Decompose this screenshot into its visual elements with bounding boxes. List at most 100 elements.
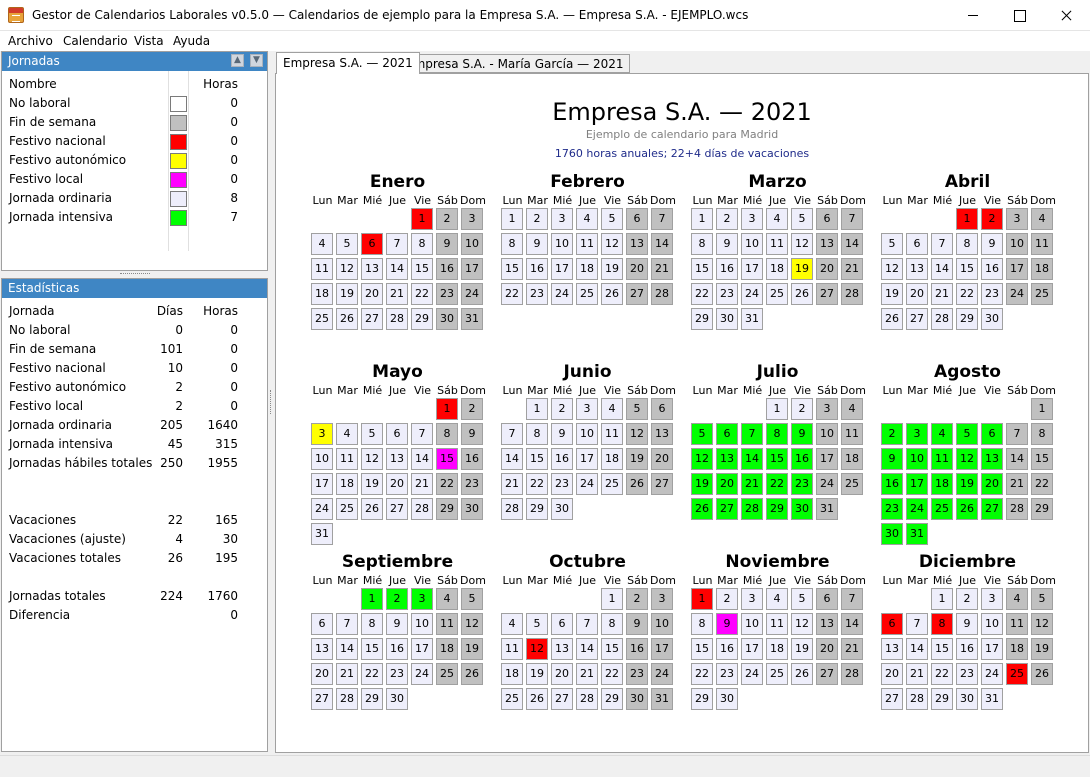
day-cell[interactable]: 4 (501, 613, 523, 635)
day-cell[interactable]: 6 (551, 613, 573, 635)
day-cell[interactable]: 7 (1006, 423, 1028, 445)
day-cell[interactable]: 11 (766, 613, 788, 635)
day-cell[interactable]: 19 (1031, 638, 1053, 660)
day-cell[interactable]: 11 (436, 613, 458, 635)
day-cell[interactable]: 27 (626, 283, 648, 305)
day-cell[interactable]: 25 (1006, 663, 1028, 685)
day-cell[interactable]: 21 (386, 283, 408, 305)
day-cell[interactable]: 2 (881, 423, 903, 445)
day-cell[interactable]: 25 (601, 473, 623, 495)
day-cell[interactable]: 24 (651, 663, 673, 685)
day-cell[interactable]: 9 (626, 613, 648, 635)
day-cell[interactable]: 14 (741, 448, 763, 470)
day-cell[interactable]: 29 (526, 498, 548, 520)
day-cell[interactable]: 6 (651, 398, 673, 420)
day-cell[interactable]: 2 (626, 588, 648, 610)
day-cell[interactable]: 27 (551, 688, 573, 710)
day-cell[interactable]: 6 (981, 423, 1003, 445)
day-cell[interactable]: 9 (716, 233, 738, 255)
day-cell[interactable]: 11 (1006, 613, 1028, 635)
day-cell[interactable]: 11 (841, 423, 863, 445)
day-cell[interactable]: 28 (931, 308, 953, 330)
day-cell[interactable]: 20 (981, 473, 1003, 495)
day-cell[interactable]: 8 (766, 423, 788, 445)
day-cell[interactable]: 17 (741, 258, 763, 280)
day-cell[interactable]: 1 (361, 588, 383, 610)
maximize-button[interactable] (996, 0, 1042, 30)
day-cell[interactable]: 5 (791, 208, 813, 230)
menu-calendario[interactable]: Calendario (63, 34, 128, 48)
day-cell[interactable]: 20 (386, 473, 408, 495)
day-cell[interactable]: 17 (651, 638, 673, 660)
day-cell[interactable]: 4 (601, 398, 623, 420)
day-cell[interactable]: 30 (716, 308, 738, 330)
day-cell[interactable]: 13 (816, 613, 838, 635)
day-cell[interactable]: 21 (336, 663, 358, 685)
day-cell[interactable]: 20 (361, 283, 383, 305)
day-cell[interactable]: 22 (691, 283, 713, 305)
jornada-row[interactable]: Festivo autonómico 0 (2, 151, 267, 170)
day-cell[interactable]: 17 (411, 638, 433, 660)
day-cell[interactable]: 14 (411, 448, 433, 470)
day-cell[interactable]: 24 (741, 663, 763, 685)
jornada-row[interactable]: Festivo local 0 (2, 170, 267, 189)
move-down-arrow-icon[interactable]: ▼ (250, 54, 263, 67)
day-cell[interactable]: 10 (1006, 233, 1028, 255)
day-cell[interactable]: 10 (311, 448, 333, 470)
day-cell[interactable]: 12 (361, 448, 383, 470)
day-cell[interactable]: 20 (626, 258, 648, 280)
day-cell[interactable]: 1 (501, 208, 523, 230)
day-cell[interactable]: 9 (551, 423, 573, 445)
day-cell[interactable]: 18 (501, 663, 523, 685)
day-cell[interactable]: 26 (601, 283, 623, 305)
day-cell[interactable]: 22 (361, 663, 383, 685)
day-cell[interactable]: 26 (956, 498, 978, 520)
day-cell[interactable]: 25 (841, 473, 863, 495)
day-cell[interactable]: 22 (766, 473, 788, 495)
day-cell[interactable]: 17 (816, 448, 838, 470)
day-cell[interactable]: 4 (931, 423, 953, 445)
day-cell[interactable]: 14 (501, 448, 523, 470)
day-cell[interactable]: 16 (461, 448, 483, 470)
day-cell[interactable]: 11 (311, 258, 333, 280)
day-cell[interactable]: 17 (576, 448, 598, 470)
day-cell[interactable]: 6 (361, 233, 383, 255)
day-cell[interactable]: 17 (461, 258, 483, 280)
day-cell[interactable]: 18 (601, 448, 623, 470)
day-cell[interactable]: 12 (1031, 613, 1053, 635)
day-cell[interactable]: 18 (841, 448, 863, 470)
day-cell[interactable]: 14 (841, 613, 863, 635)
day-cell[interactable]: 8 (436, 423, 458, 445)
day-cell[interactable]: 5 (461, 588, 483, 610)
day-cell[interactable]: 10 (981, 613, 1003, 635)
day-cell[interactable]: 20 (311, 663, 333, 685)
day-cell[interactable]: 22 (411, 283, 433, 305)
day-cell[interactable]: 27 (906, 308, 928, 330)
day-cell[interactable]: 9 (436, 233, 458, 255)
day-cell[interactable]: 28 (651, 283, 673, 305)
day-cell[interactable]: 22 (691, 663, 713, 685)
day-cell[interactable]: 16 (981, 258, 1003, 280)
day-cell[interactable]: 23 (551, 473, 573, 495)
day-cell[interactable]: 13 (386, 448, 408, 470)
day-cell[interactable]: 26 (461, 663, 483, 685)
day-cell[interactable]: 14 (1006, 448, 1028, 470)
day-cell[interactable]: 24 (981, 663, 1003, 685)
day-cell[interactable]: 11 (766, 233, 788, 255)
day-cell[interactable]: 8 (931, 613, 953, 635)
day-cell[interactable]: 21 (651, 258, 673, 280)
day-cell[interactable]: 18 (436, 638, 458, 660)
day-cell[interactable]: 2 (956, 588, 978, 610)
jornada-row[interactable]: Fin de semana 0 (2, 113, 267, 132)
day-cell[interactable]: 11 (576, 233, 598, 255)
day-cell[interactable]: 12 (626, 423, 648, 445)
day-cell[interactable]: 18 (766, 638, 788, 660)
day-cell[interactable]: 11 (1031, 233, 1053, 255)
day-cell[interactable]: 7 (841, 208, 863, 230)
close-button[interactable] (1043, 0, 1089, 30)
day-cell[interactable]: 24 (906, 498, 928, 520)
day-cell[interactable]: 26 (336, 308, 358, 330)
jornada-color-swatch[interactable] (170, 115, 187, 131)
day-cell[interactable]: 19 (791, 638, 813, 660)
day-cell[interactable]: 13 (361, 258, 383, 280)
